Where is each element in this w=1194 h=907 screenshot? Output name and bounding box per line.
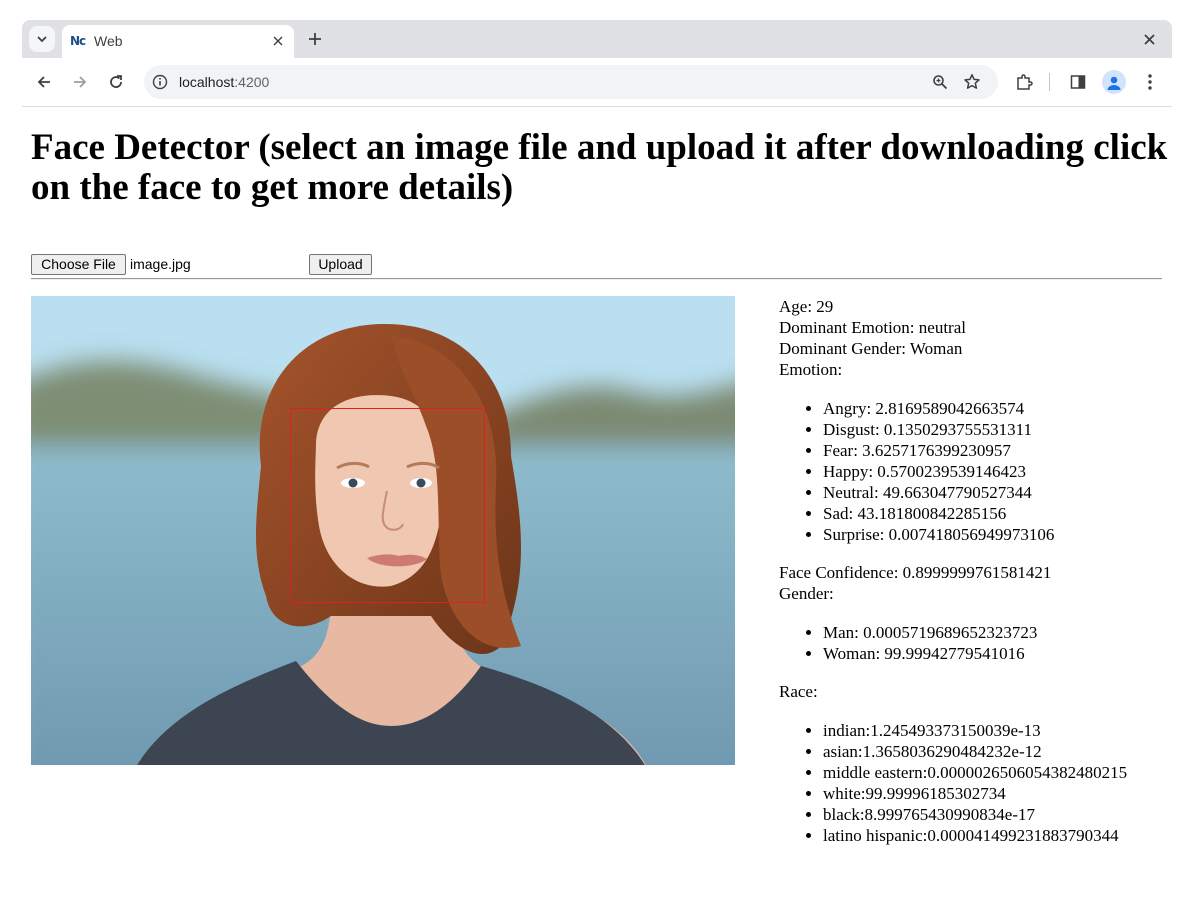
bookmark-star-icon[interactable] [963, 73, 981, 91]
list-item: Happy: 0.5700239539146423 [823, 461, 1179, 482]
profile-avatar[interactable] [1102, 70, 1126, 94]
list-item: Fear: 3.6257176399230957 [823, 440, 1179, 461]
toolbar-separator [1049, 73, 1050, 91]
face-details-panel: Age: 29 Dominant Emotion: neutral Domina… [779, 296, 1179, 846]
arrow-right-icon [74, 76, 87, 88]
chevron-down-icon [37, 36, 47, 43]
tab-title: Web [94, 33, 123, 49]
list-item: white:99.99996185302734 [823, 783, 1179, 804]
list-item: Surprise: 0.007418056949973106 [823, 524, 1179, 545]
info-icon[interactable] [152, 74, 168, 90]
dominant-emotion-text: Dominant Emotion: neutral [779, 318, 966, 337]
gender-heading: Gender: [779, 584, 834, 603]
address-bar[interactable]: localhost:4200 [144, 65, 998, 99]
emotion-list: Angry: 2.8169589042663574 Disgust: 0.135… [779, 398, 1179, 545]
forward-button[interactable] [68, 70, 92, 94]
list-item: Man: 0.0005719689652323723 [823, 622, 1179, 643]
list-item: Sad: 43.181800842285156 [823, 503, 1179, 524]
age-text: Age: 29 [779, 297, 834, 316]
tab-search-button[interactable] [29, 26, 55, 52]
back-button[interactable] [32, 70, 56, 94]
list-item: black:8.999765430990834e-17 [823, 804, 1179, 825]
menu-kebab-icon[interactable] [1138, 70, 1162, 94]
emotion-heading: Emotion: [779, 360, 843, 379]
list-item: middle eastern:0.0000026506054382480215 [823, 762, 1179, 783]
divider [31, 278, 1162, 280]
selected-file-name: image.jpg [130, 256, 191, 272]
dominant-gender-text: Dominant Gender: Woman [779, 339, 963, 358]
plus-icon [309, 33, 321, 45]
gender-list: Man: 0.0005719689652323723 Woman: 99.999… [779, 622, 1179, 664]
race-heading: Race: [779, 682, 818, 701]
list-item: indian:1.245493373150039e-13 [823, 720, 1179, 741]
side-panel-icon[interactable] [1066, 70, 1090, 94]
list-item: Angry: 2.8169589042663574 [823, 398, 1179, 419]
reload-button[interactable] [104, 70, 128, 94]
upload-button[interactable]: Upload [309, 254, 372, 275]
close-icon [1143, 33, 1155, 45]
tab-web[interactable]: Nc Web [62, 25, 294, 58]
choose-file-button[interactable]: Choose File [31, 254, 126, 275]
face-detection-box[interactable] [290, 408, 485, 603]
list-item: Woman: 99.99942779541016 [823, 643, 1179, 664]
list-item: latino hispanic:0.000041499231883790344 [823, 825, 1179, 846]
person-icon [1107, 76, 1121, 90]
page-title: Face Detector (select an image file and … [31, 127, 1168, 208]
page-content: Face Detector (select an image file and … [0, 106, 1194, 907]
url-text[interactable]: localhost:4200 [179, 74, 269, 90]
extensions-icon[interactable] [1012, 70, 1036, 94]
file-upload-row: Choose File image.jpg Upload [31, 254, 391, 276]
window-close-button[interactable] [1140, 30, 1158, 48]
list-item: asian:1.3658036290484232e-12 [823, 741, 1179, 762]
uploaded-photo[interactable] [31, 296, 735, 765]
tab-strip: Nc Web [22, 20, 1172, 58]
arrow-left-icon [37, 76, 50, 88]
list-item: Neutral: 49.663047790527344 [823, 482, 1179, 503]
new-tab-button[interactable] [304, 28, 326, 50]
favicon-icon: Nc [70, 34, 86, 48]
zoom-icon[interactable] [931, 73, 949, 91]
race-list: indian:1.245493373150039e-13 asian:1.365… [779, 720, 1179, 846]
reload-icon [110, 75, 122, 88]
list-item: Disgust: 0.1350293755531311 [823, 419, 1179, 440]
browser-window: Nc Web localhost:4200 [22, 20, 1172, 107]
tab-close-icon[interactable] [270, 33, 286, 49]
browser-toolbar: localhost:4200 [22, 58, 1172, 107]
face-confidence-text: Face Confidence: 0.8999999761581421 [779, 563, 1052, 582]
